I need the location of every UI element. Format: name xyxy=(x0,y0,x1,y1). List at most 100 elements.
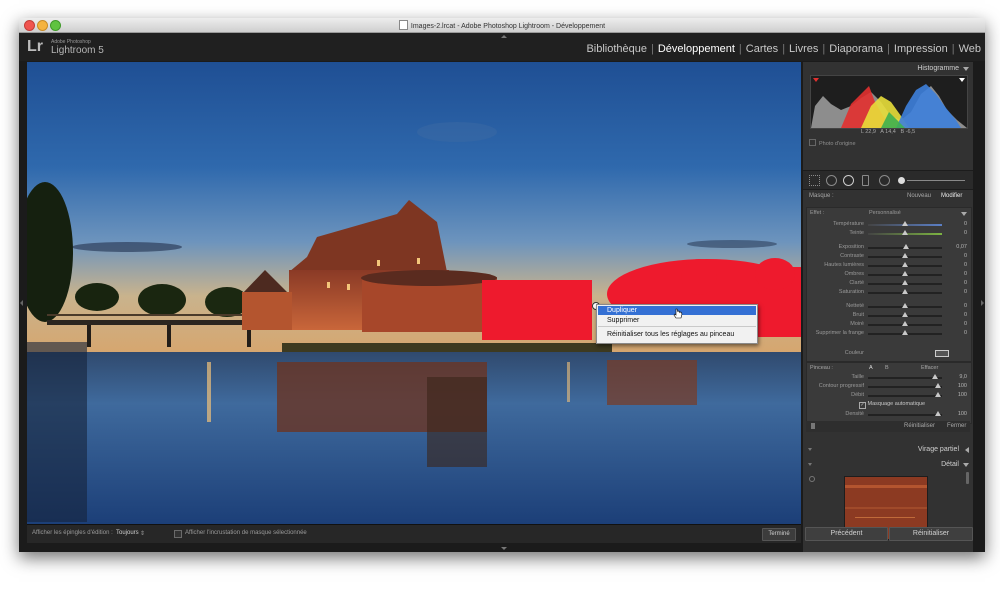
effect-collapse-icon[interactable] xyxy=(961,212,967,216)
brush-density-slider[interactable]: Densité 100 xyxy=(807,410,971,419)
spot-removal-tool-icon[interactable] xyxy=(826,175,837,186)
graduated-filter-tool-icon[interactable] xyxy=(862,175,869,186)
slider-knob[interactable] xyxy=(902,221,908,226)
histogram-graph xyxy=(811,78,967,128)
slider-label: Saturation xyxy=(838,289,864,295)
module-slideshow[interactable]: Diaporama xyxy=(825,43,887,55)
split-toning-toggle-icon[interactable] xyxy=(808,448,812,451)
reset-button[interactable]: Réinitialiser xyxy=(889,527,973,541)
clipping-warning-left-icon[interactable] xyxy=(813,78,819,82)
slider-value: 0 xyxy=(963,321,967,327)
lightroom-logo: Lr xyxy=(27,38,43,55)
slider-knob[interactable] xyxy=(902,321,908,326)
top-panel-toggle-icon[interactable] xyxy=(501,35,507,38)
detail-header[interactable]: Détail xyxy=(803,459,973,470)
module-book[interactable]: Livres xyxy=(785,43,822,55)
slider-value: 0 xyxy=(963,289,967,295)
detail-toggle-icon[interactable] xyxy=(808,463,812,466)
panel-scrollbar[interactable] xyxy=(966,472,969,484)
panel-reset-button[interactable]: Réinitialiser xyxy=(904,423,935,429)
panel-close-button[interactable]: Fermer xyxy=(947,423,966,429)
slider-knob[interactable] xyxy=(902,262,908,267)
brush-feather-slider[interactable]: Contour progressif 100 xyxy=(807,382,971,391)
slider-knob[interactable] xyxy=(903,244,910,249)
radial-filter-tool-icon[interactable] xyxy=(879,175,890,186)
red-eye-tool-icon[interactable] xyxy=(843,175,854,186)
histogram-header[interactable]: Histogramme xyxy=(803,63,973,74)
slider-ombres[interactable]: Ombres 0 xyxy=(807,270,971,279)
app-name: Lightroom 5 xyxy=(51,45,104,56)
collapse-arrow-icon[interactable] xyxy=(963,463,969,467)
left-panel-toggle-icon[interactable] xyxy=(20,300,23,306)
checkmark-icon[interactable]: ✓ xyxy=(859,402,866,409)
module-web[interactable]: Web xyxy=(955,43,985,55)
slider-knob[interactable] xyxy=(935,411,942,416)
detail-target-icon[interactable] xyxy=(809,476,815,482)
slider-contraste[interactable]: Contraste 0 xyxy=(807,252,971,261)
color-swatch[interactable] xyxy=(935,350,949,357)
slider-bruit[interactable]: Bruit 0 xyxy=(807,311,971,320)
original-photo-checkbox[interactable] xyxy=(809,139,816,146)
slider-knob[interactable] xyxy=(931,374,938,379)
slider-knob[interactable] xyxy=(902,289,908,294)
tool-slider-track[interactable] xyxy=(907,180,965,181)
adjustment-brush-tool-icon[interactable] xyxy=(898,177,905,184)
slider-value: 0 xyxy=(963,303,967,309)
slider-knob[interactable] xyxy=(902,271,908,276)
slider-knob[interactable] xyxy=(902,280,908,285)
brush-b-button[interactable]: B xyxy=(885,365,889,371)
module-library[interactable]: Bibliothèque xyxy=(582,43,651,55)
filmstrip-toggle-icon[interactable] xyxy=(501,547,507,550)
slider-label: Netteté xyxy=(846,303,864,309)
split-toning-header[interactable]: Virage partiel xyxy=(803,444,973,455)
clipping-warning-right-icon[interactable] xyxy=(959,78,965,82)
overlay-checkbox[interactable] xyxy=(174,530,182,538)
slider-knob[interactable] xyxy=(902,253,908,258)
module-develop[interactable]: Développement xyxy=(654,43,739,55)
slider-knob[interactable] xyxy=(902,312,908,317)
slider-knob[interactable] xyxy=(902,303,908,308)
brush-flow-slider[interactable]: Débit 100 xyxy=(807,391,971,400)
collapse-arrow-icon[interactable] xyxy=(963,67,969,71)
module-print[interactable]: Impression xyxy=(890,43,952,55)
slider-knob[interactable] xyxy=(935,383,942,388)
right-panel-toggle-icon[interactable] xyxy=(981,300,984,306)
done-button[interactable]: Terminé xyxy=(762,528,796,541)
panel-switch-icon[interactable] xyxy=(811,423,815,429)
slider-hautes-lumières[interactable]: Hautes lumières 0 xyxy=(807,261,971,270)
expand-arrow-icon[interactable] xyxy=(965,447,969,453)
effect-preset-select[interactable]: Personnalisé xyxy=(869,210,901,216)
auto-mask-toggle[interactable]: ✓ Masquage automatique xyxy=(859,401,925,409)
castle-photo xyxy=(27,62,801,524)
module-map[interactable]: Cartes xyxy=(742,43,782,55)
slider-knob[interactable] xyxy=(902,230,908,235)
mask-edit-button[interactable]: Modifier xyxy=(941,193,962,199)
slider-knob[interactable] xyxy=(935,392,942,397)
slider-teinte[interactable]: Teinte 0 xyxy=(807,229,971,238)
menu-item-reset-brush[interactable]: Réinitialiser tous les réglages au pince… xyxy=(598,330,756,339)
slider-netteté[interactable]: Netteté 0 xyxy=(807,302,971,311)
pins-select[interactable]: Toujours xyxy=(116,530,139,536)
slider-label: Ombres xyxy=(844,271,864,277)
slider-saturation[interactable]: Saturation 0 xyxy=(807,288,971,297)
pins-select-arrow-icon[interactable]: ⇕ xyxy=(140,530,145,537)
mask-new-button[interactable]: Nouveau xyxy=(907,193,931,199)
original-photo-toggle[interactable]: Photo d'origine xyxy=(809,139,856,147)
previous-button[interactable]: Précédent xyxy=(805,527,888,541)
slider-exposition[interactable]: Exposition 0,07 xyxy=(807,243,971,252)
photo-canvas[interactable] xyxy=(27,62,801,524)
brush-a-button[interactable]: A xyxy=(869,365,873,371)
slider-température[interactable]: Température 0 xyxy=(807,220,971,229)
slider-knob[interactable] xyxy=(902,330,908,335)
slider-label: Teinte xyxy=(849,230,864,236)
slider-label: Température xyxy=(833,221,864,227)
slider-moiré[interactable]: Moiré 0 xyxy=(807,320,971,329)
slider-label: Exposition xyxy=(838,244,864,250)
slider-clarté[interactable]: Clarté 0 xyxy=(807,279,971,288)
slider-value: 0 xyxy=(963,262,967,268)
crop-tool-icon[interactable] xyxy=(809,175,820,186)
brush-erase-button[interactable]: Effacer xyxy=(921,365,938,371)
slider-supprimer-la-frange[interactable]: Supprimer la frange 0 xyxy=(807,329,971,338)
brush-size-slider[interactable]: Taille 9,0 xyxy=(807,373,971,382)
develop-right-panel: Histogramme L 22,9 A 14,4 B -6,5 Photo d… xyxy=(803,62,973,552)
